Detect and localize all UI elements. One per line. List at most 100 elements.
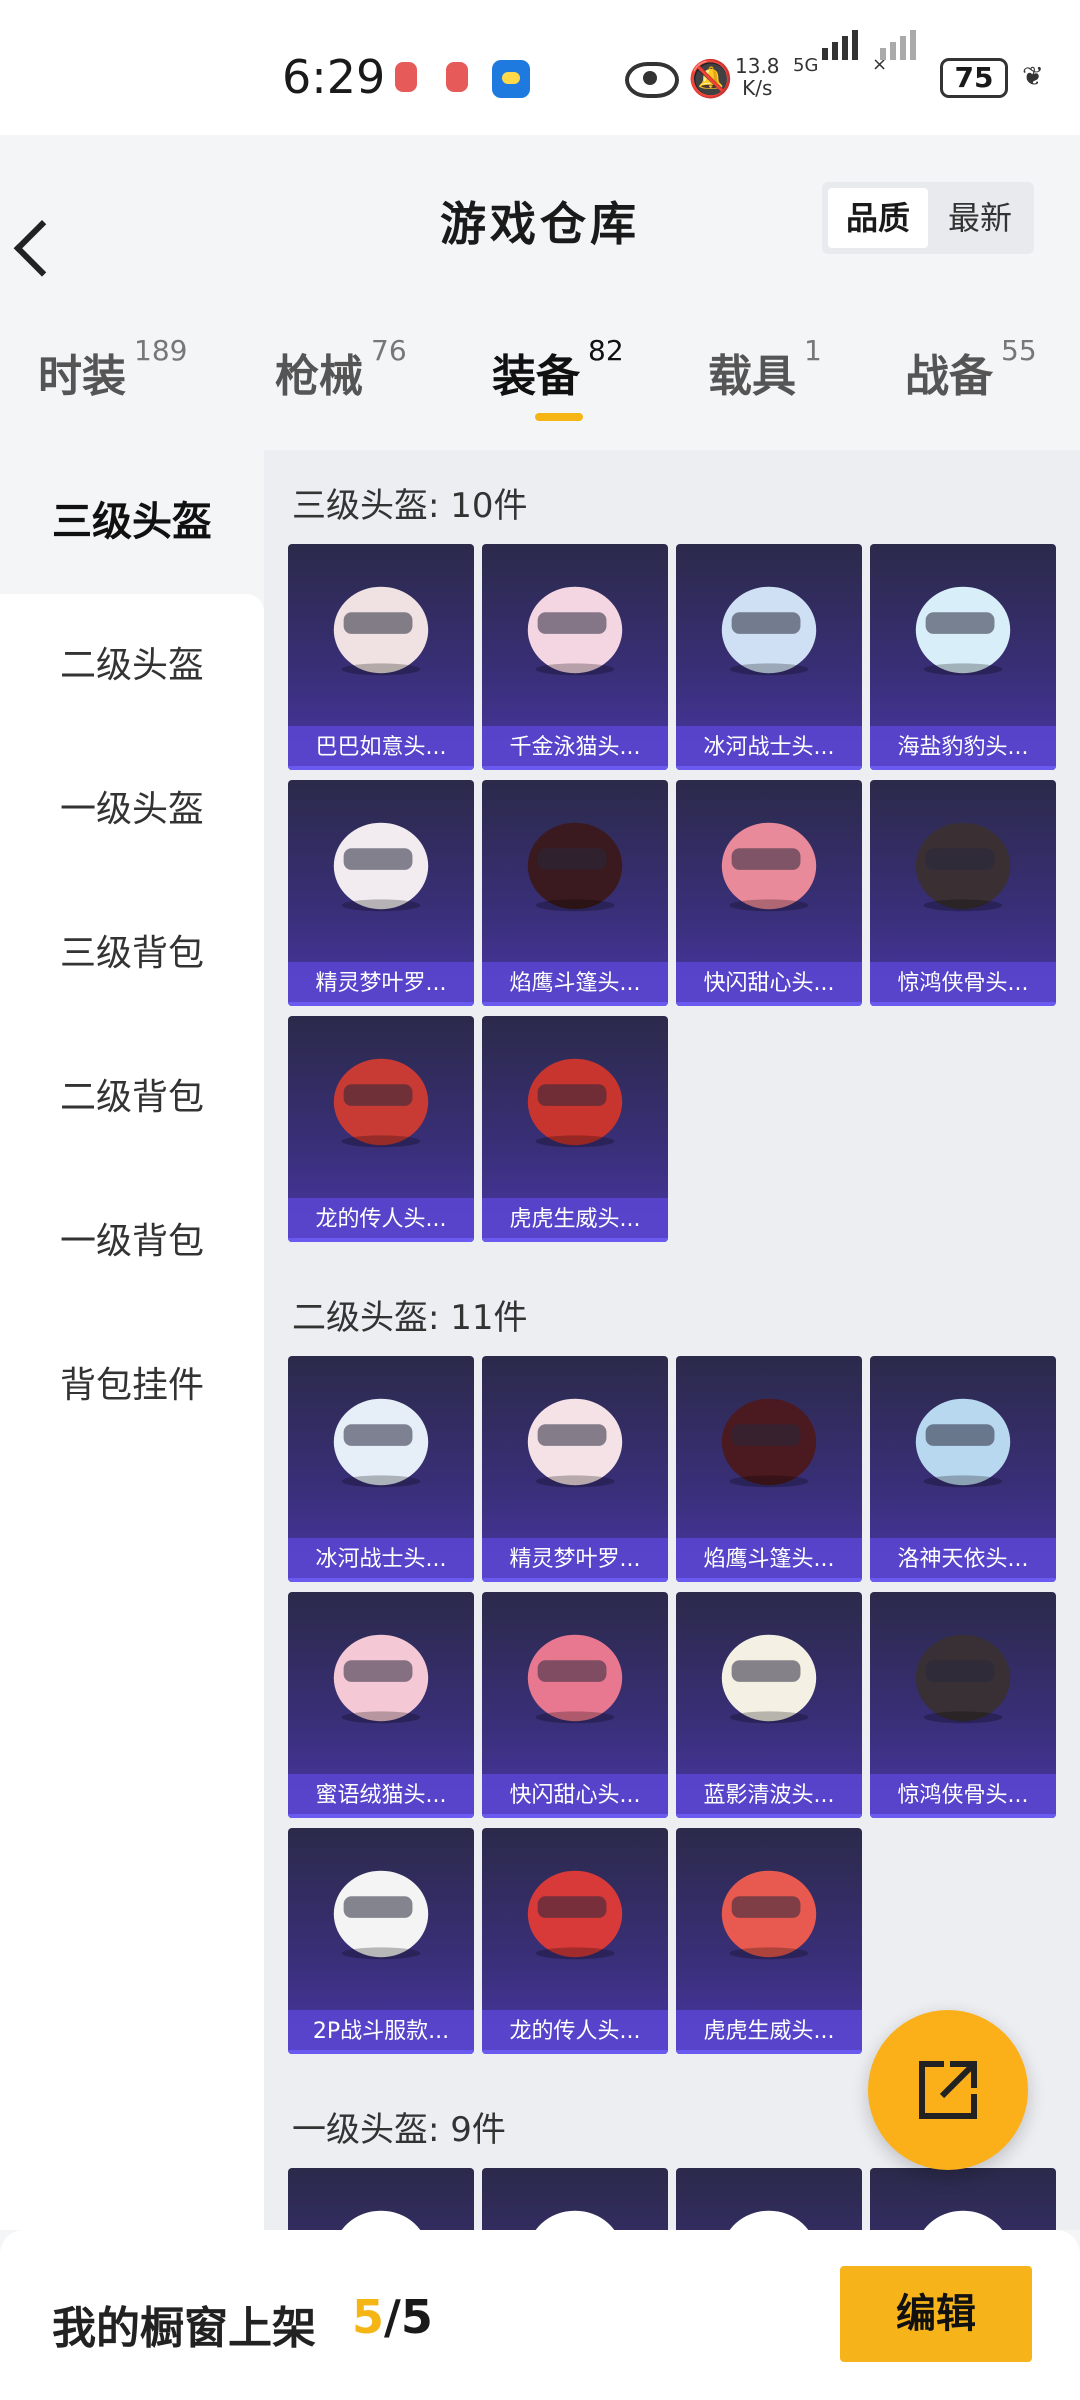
bottom-bar: 我的橱窗上架 5/5 编辑 (0, 2230, 1080, 2400)
item-card[interactable]: 龙的传人头... (482, 1828, 668, 2054)
item-name: 惊鸿侠骨头... (870, 1774, 1056, 1818)
item-card[interactable]: 千金泳猫头... (482, 544, 668, 770)
sidebar-item-backpack-pendant[interactable]: 背包挂件 (0, 1314, 264, 1458)
share-external-icon (919, 2061, 977, 2119)
battery-icon: 75 (940, 58, 1008, 98)
showcase-count: 5/5 (352, 2290, 433, 2344)
item-card[interactable]: 快闪甜心头... (482, 1592, 668, 1818)
network-speed: 13.8 K/s (735, 54, 780, 100)
item-name: 冰河战士头... (288, 1538, 474, 1582)
share-button[interactable] (868, 2010, 1028, 2170)
tab-weapons[interactable]: 枪械76 (275, 334, 407, 404)
section-title: 三级头盔: 10件 (292, 486, 528, 526)
item-card[interactable] (870, 2168, 1056, 2230)
edit-button[interactable]: 编辑 (840, 2266, 1032, 2362)
helmet-icon (915, 586, 1011, 676)
item-card[interactable]: 龙的传人头... (288, 1016, 474, 1242)
helmet-icon (527, 1398, 623, 1488)
helmet-icon (923, 2210, 1003, 2230)
helmet-icon (333, 586, 429, 676)
item-card[interactable]: 蜜语绒猫头... (288, 1592, 474, 1818)
item-name: 海盐豹豹头... (870, 726, 1056, 770)
item-name: 冰河战士头... (676, 726, 862, 770)
item-card[interactable]: 蓝影清波头... (676, 1592, 862, 1818)
helmet-icon (527, 1870, 623, 1960)
item-name: 蜜语绒猫头... (288, 1774, 474, 1818)
item-card[interactable]: 巴巴如意头... (288, 544, 474, 770)
notification-icon (395, 62, 417, 92)
item-name: 快闪甜心头... (482, 1774, 668, 1818)
item-card[interactable]: 惊鸿侠骨头... (870, 780, 1056, 1006)
item-name: 惊鸿侠骨头... (870, 962, 1056, 1006)
tab-supplies[interactable]: 战备55 (905, 334, 1037, 404)
weather-app-icon (492, 60, 530, 98)
item-name: 精灵梦叶罗... (288, 962, 474, 1006)
helmet-icon (915, 1398, 1011, 1488)
item-name: 焰鹰斗篷头... (482, 962, 668, 1006)
helmet-icon (333, 822, 429, 912)
status-time: 6:29 (282, 50, 386, 104)
item-card[interactable]: 虎虎生威头... (676, 1828, 862, 2054)
tab-equipment[interactable]: 装备82 (492, 334, 624, 404)
helmet-icon (527, 1058, 623, 1148)
item-card[interactable]: 快闪甜心头... (676, 780, 862, 1006)
item-card[interactable]: 冰河战士头... (676, 544, 862, 770)
item-name: 虎虎生威头... (676, 2010, 862, 2054)
mute-bell-icon: 🔕 (688, 59, 733, 100)
item-card[interactable] (482, 2168, 668, 2230)
section-title: 一级头盔: 9件 (292, 2110, 506, 2150)
item-card[interactable]: 精灵梦叶罗... (288, 780, 474, 1006)
item-grid-area[interactable]: 三级头盔: 10件 巴巴如意头... 千金泳猫头... 冰河战士头... 海盐豹豹头..… (264, 450, 1080, 2230)
item-name: 焰鹰斗篷头... (676, 1538, 862, 1582)
sort-newest-button[interactable]: 最新 (930, 188, 1030, 248)
helmet-icon (333, 1634, 429, 1724)
helmet-icon (915, 822, 1011, 912)
item-card[interactable]: 冰河战士头... (288, 1356, 474, 1582)
item-name: 蓝影清波头... (676, 1774, 862, 1818)
eye-icon (625, 62, 679, 98)
item-card[interactable]: 海盐豹豹头... (870, 544, 1056, 770)
item-card[interactable] (288, 2168, 474, 2230)
tab-vehicles[interactable]: 载具1 (708, 334, 822, 404)
item-card[interactable]: 2P战斗服款... (288, 1828, 474, 2054)
sidebar-item-level1-helmet[interactable]: 一级头盔 (0, 738, 264, 882)
item-name: 龙的传人头... (482, 2010, 668, 2054)
item-card[interactable]: 精灵梦叶罗... (482, 1356, 668, 1582)
item-card[interactable]: 焰鹰斗篷头... (482, 780, 668, 1006)
sort-quality-button[interactable]: 品质 (828, 188, 928, 248)
status-bar: 6:29 🔕 13.8 K/s 5G × 75 ❦ (0, 0, 1080, 135)
helmet-icon (333, 1058, 429, 1148)
item-name: 精灵梦叶罗... (482, 1538, 668, 1582)
item-name: 2P战斗服款... (288, 2010, 474, 2054)
helmet-icon (721, 822, 817, 912)
helmet-icon (721, 1870, 817, 1960)
item-name: 巴巴如意头... (288, 726, 474, 770)
item-name: 洛神天依头... (870, 1538, 1056, 1582)
helmet-icon (527, 586, 623, 676)
active-tab-indicator (535, 413, 583, 421)
sidebar-item-level2-helmet[interactable]: 二级头盔 (0, 594, 264, 738)
helmet-icon (333, 1870, 429, 1960)
item-card[interactable]: 焰鹰斗篷头... (676, 1356, 862, 1582)
helmet-icon (527, 822, 623, 912)
section-title: 二级头盔: 11件 (292, 1298, 528, 1338)
item-card[interactable]: 虎虎生威头... (482, 1016, 668, 1242)
helmet-icon (721, 1398, 817, 1488)
helmet-icon (527, 1634, 623, 1724)
item-card[interactable]: 洛神天依头... (870, 1356, 1056, 1582)
sidebar-item-level3-helmet[interactable]: 三级头盔 (0, 450, 264, 594)
helmet-icon (915, 1634, 1011, 1724)
network-type: 5G (793, 55, 819, 76)
helmet-icon (535, 2210, 615, 2230)
tab-fashion[interactable]: 时装189 (38, 334, 187, 404)
helmet-icon (729, 2210, 809, 2230)
sidebar: 三级头盔 二级头盔 一级头盔 三级背包 二级背包 一级背包 背包挂件 (0, 450, 264, 2230)
item-name: 千金泳猫头... (482, 726, 668, 770)
item-card[interactable]: 惊鸿侠骨头... (870, 1592, 1056, 1818)
showcase-label: 我的橱窗上架 (52, 2303, 316, 2354)
sidebar-item-level3-backpack[interactable]: 三级背包 (0, 882, 264, 1026)
sidebar-item-level1-backpack[interactable]: 一级背包 (0, 1170, 264, 1314)
leaf-icon: ❦ (1022, 62, 1044, 92)
item-card[interactable] (676, 2168, 862, 2230)
sidebar-item-level2-backpack[interactable]: 二级背包 (0, 1026, 264, 1170)
